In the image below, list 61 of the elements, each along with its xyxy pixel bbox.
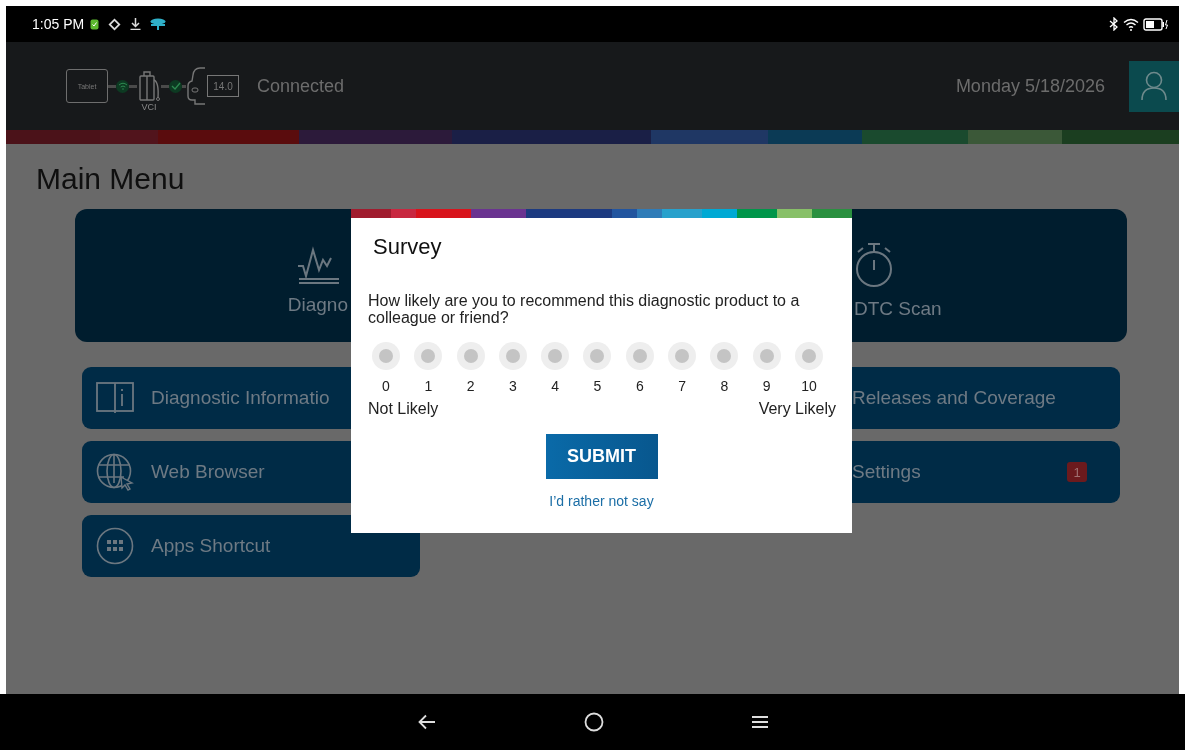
- info-book-icon: [96, 382, 134, 414]
- tile-label: Releases and Coverage: [852, 387, 1056, 409]
- rating-number: 5: [593, 378, 602, 394]
- tile-label: Diagno: [287, 293, 348, 316]
- battery-icon: [1143, 17, 1169, 31]
- rating-radio[interactable]: [583, 342, 612, 370]
- rating-radio[interactable]: [498, 342, 527, 370]
- rating-number: 0: [382, 378, 390, 394]
- rating-radio[interactable]: [372, 342, 400, 370]
- decline-link[interactable]: I’d rather not say: [549, 493, 654, 509]
- apps-grid-icon: [96, 527, 134, 565]
- stopwatch-icon: [854, 241, 894, 288]
- rating-radio[interactable]: [625, 342, 654, 370]
- rating-radio[interactable]: [710, 342, 739, 370]
- rating-radio[interactable]: [456, 342, 485, 370]
- wifi-status-icon: [116, 79, 129, 93]
- vci-label: VCI: [141, 102, 157, 112]
- check-icon: [169, 79, 182, 93]
- battery-voltage: 14.0: [207, 75, 239, 97]
- submit-button[interactable]: SUBMIT: [545, 434, 658, 479]
- menu-tile[interactable]: Apps Shortcut: [82, 515, 420, 577]
- tile-label: Apps Shortcut: [151, 535, 271, 557]
- rating-number: 3: [509, 378, 517, 394]
- vci-device-icon: [137, 70, 161, 102]
- count-badge: 1: [1067, 462, 1087, 482]
- rating-number: 1: [424, 378, 433, 394]
- rating-number: 6: [635, 378, 644, 394]
- globe-cursor-icon: [96, 453, 134, 491]
- car-icon: [186, 66, 206, 106]
- rating-number: 8: [720, 378, 729, 394]
- tile-label: Settings: [852, 461, 921, 483]
- page-title: Main Menu: [36, 161, 186, 197]
- waveform-icon: [296, 245, 339, 284]
- home-icon[interactable]: [583, 712, 604, 732]
- download-icon: [130, 18, 142, 30]
- rating-radio[interactable]: [414, 342, 443, 370]
- rating-number: 10: [801, 378, 817, 394]
- status-time: 1:05 PM: [32, 16, 85, 32]
- wifi-icon: [1123, 17, 1139, 31]
- bluetooth-icon: [1109, 17, 1119, 31]
- rating-number: 7: [678, 378, 686, 394]
- menu-icon[interactable]: [751, 716, 768, 728]
- rating-radio[interactable]: [668, 342, 697, 370]
- tile-label: DTC Scan: [854, 297, 942, 320]
- user-icon: [1141, 71, 1167, 101]
- notification-icon: [90, 18, 100, 30]
- connection-status: Connected: [257, 75, 345, 97]
- dialog-title: Survey: [373, 234, 443, 260]
- user-button[interactable]: [1129, 60, 1179, 112]
- tile-label: Diagnostic Informatio: [151, 387, 330, 409]
- diamond-icon: [108, 17, 122, 31]
- rating-radio[interactable]: [541, 342, 570, 370]
- rating-radio[interactable]: [794, 342, 823, 370]
- rating-radio[interactable]: [752, 342, 781, 370]
- header-date: Monday 5/18/2026: [955, 75, 1105, 97]
- rating-number: 4: [551, 378, 560, 394]
- cloud-icon: [150, 18, 167, 30]
- back-icon[interactable]: [417, 714, 436, 730]
- rating-number: 9: [762, 378, 771, 394]
- tile-label: Web Browser: [151, 461, 265, 483]
- rating-number: 2: [466, 378, 475, 394]
